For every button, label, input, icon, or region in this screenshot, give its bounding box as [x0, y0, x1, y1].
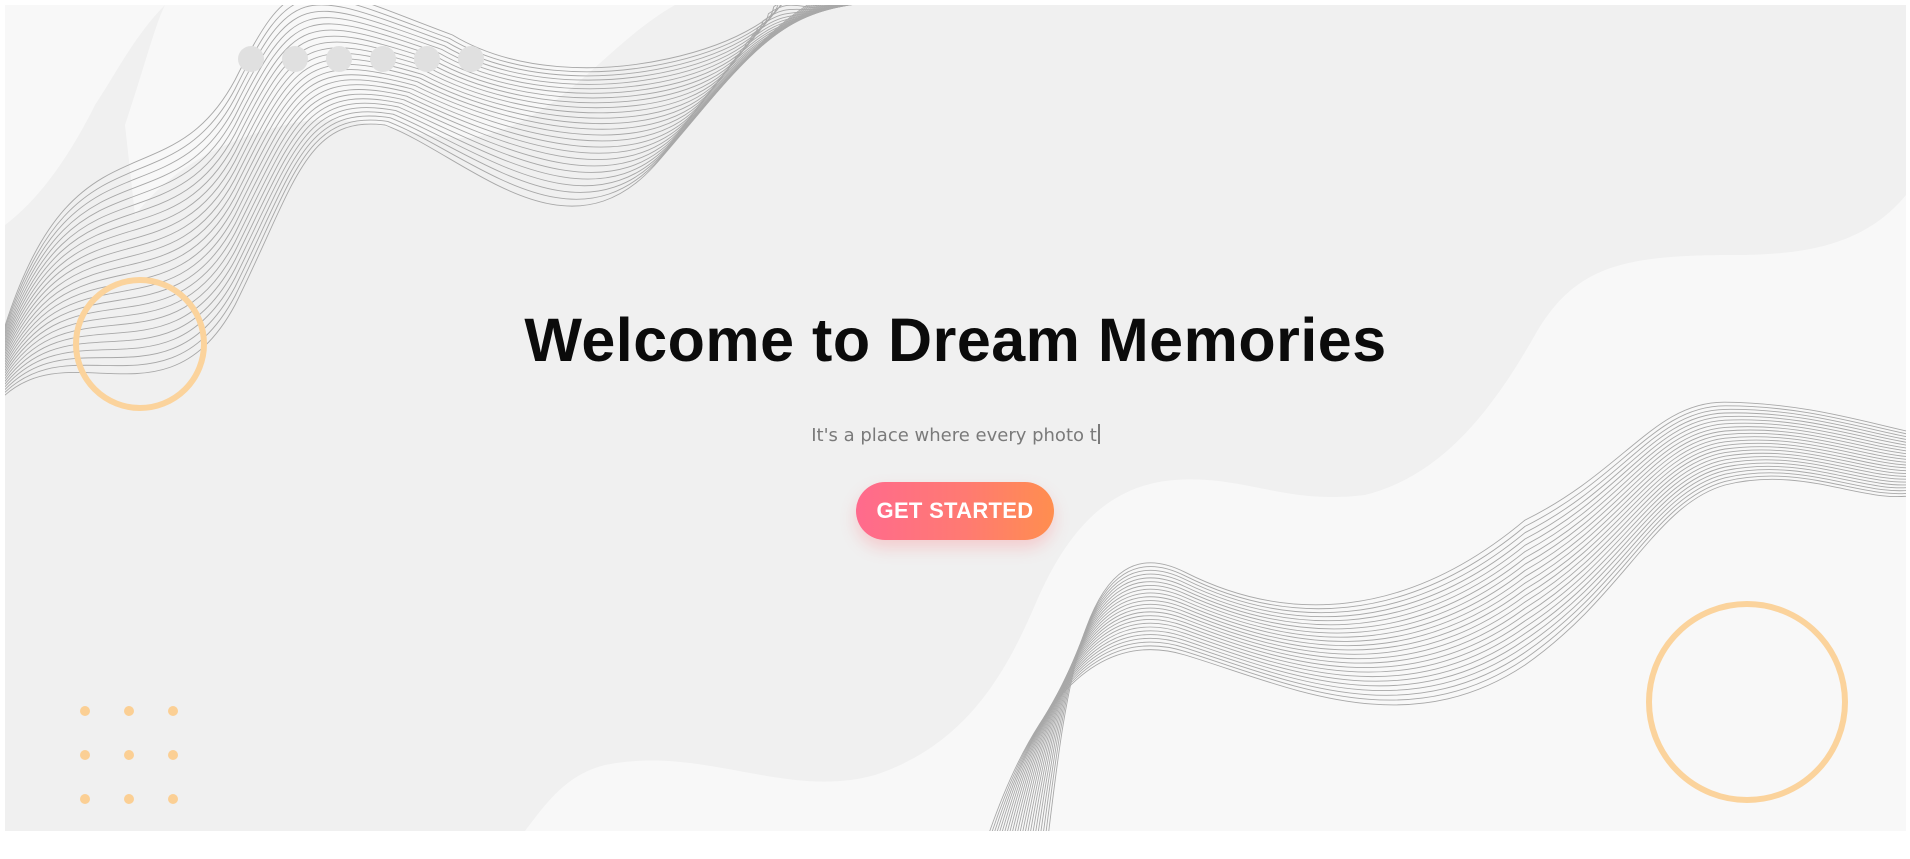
orange-dot	[124, 794, 134, 804]
orange-dot	[80, 706, 90, 716]
orange-dot	[124, 750, 134, 760]
get-started-button[interactable]: GET STARTED	[856, 482, 1054, 540]
orange-dot	[168, 794, 178, 804]
gray-dot	[370, 46, 396, 72]
decorative-ring-right	[1646, 601, 1848, 803]
typing-caret	[1097, 424, 1100, 444]
orange-dot	[80, 750, 90, 760]
orange-dots-grid	[80, 706, 178, 804]
hero-subtitle: It's a place where every photo t	[811, 425, 1097, 446]
hero-subtitle-wrap: It's a place where every photo t	[5, 424, 1906, 446]
orange-dot	[168, 750, 178, 760]
background-waves	[5, 5, 1906, 831]
orange-dot	[168, 706, 178, 716]
gray-dots-row	[238, 46, 484, 72]
hero-title: Welcome to Dream Memories	[524, 306, 1387, 374]
gray-dot	[414, 46, 440, 72]
gray-dot	[458, 46, 484, 72]
hero-section: Welcome to Dream Memories It's a place w…	[5, 5, 1906, 831]
gray-dot	[282, 46, 308, 72]
gray-dot	[326, 46, 352, 72]
orange-dot	[124, 706, 134, 716]
gray-dot	[238, 46, 264, 72]
orange-dot	[80, 794, 90, 804]
